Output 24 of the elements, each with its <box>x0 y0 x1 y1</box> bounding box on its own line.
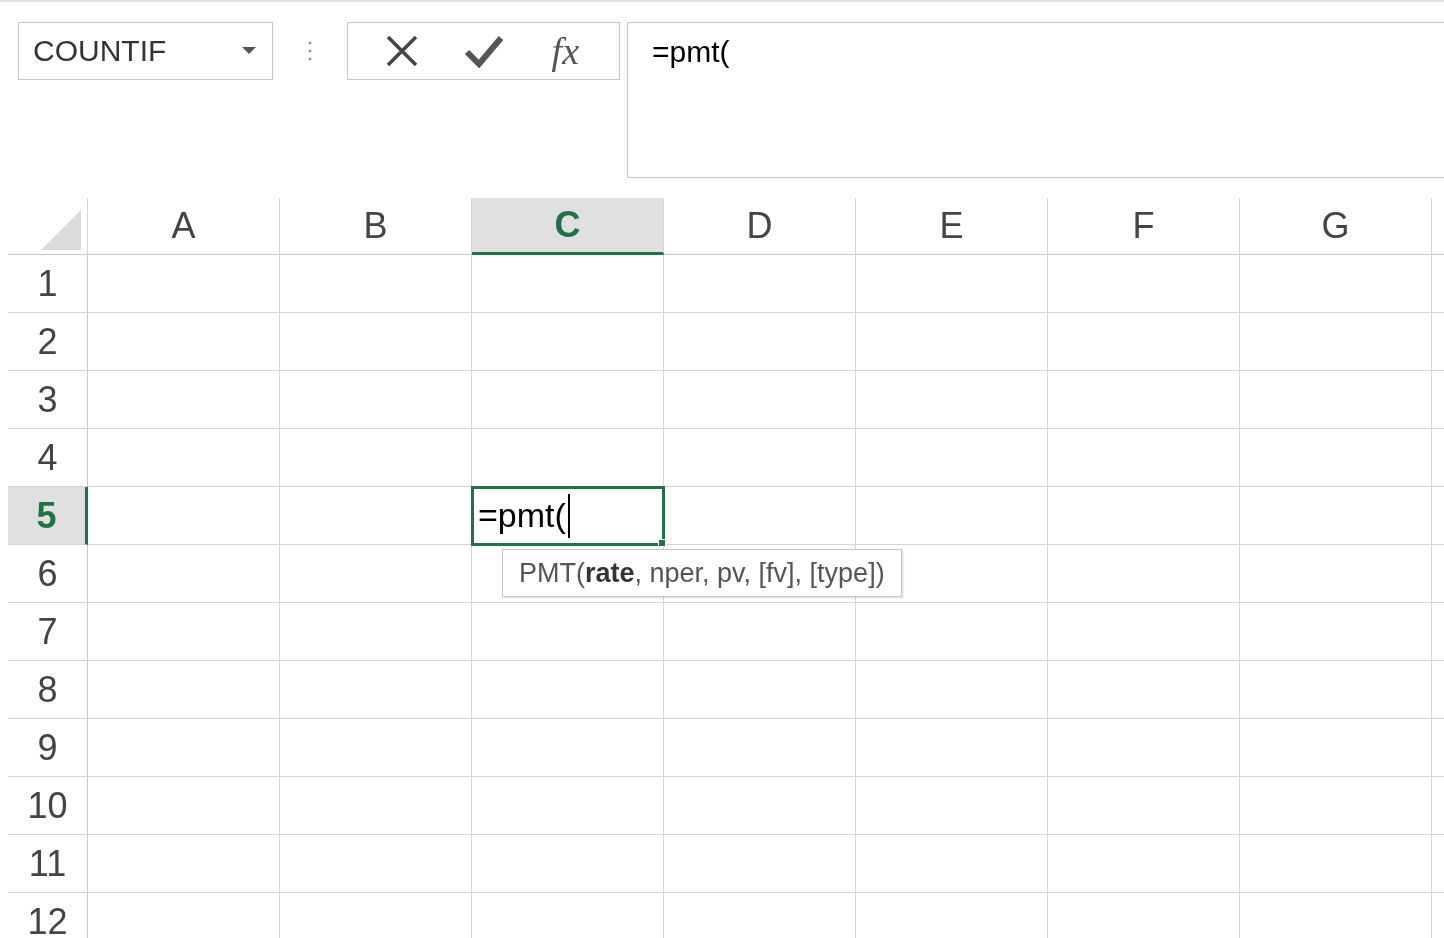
row-header[interactable]: 7 <box>8 603 88 661</box>
row-header[interactable]: 9 <box>8 719 88 777</box>
row-header[interactable]: 6 <box>8 545 88 603</box>
grip-icon[interactable] <box>308 40 312 62</box>
caret-icon <box>242 47 256 55</box>
column-header[interactable]: G <box>1240 198 1432 255</box>
formula-bar-field[interactable]: =pmt( <box>627 22 1444 178</box>
enter-check-icon[interactable] <box>463 34 504 68</box>
row-header[interactable]: 10 <box>8 777 88 835</box>
row-header[interactable]: 3 <box>8 371 88 429</box>
row-header[interactable]: 8 <box>8 661 88 719</box>
name-box[interactable]: COUNTIF <box>18 22 273 80</box>
column-header[interactable]: C <box>472 198 664 255</box>
row-header[interactable]: 11 <box>8 835 88 893</box>
row-header[interactable]: 2 <box>8 313 88 371</box>
column-header[interactable]: A <box>88 198 280 255</box>
function-tooltip: PMT(rate, nper, pv, [fv], [type]) <box>502 549 902 597</box>
column-header[interactable]: E <box>856 198 1048 255</box>
insert-function-button[interactable]: fx <box>547 29 584 73</box>
row-header[interactable]: 5 <box>8 487 88 545</box>
column-header[interactable]: D <box>664 198 856 255</box>
row-header[interactable]: 12 <box>8 893 88 938</box>
column-header[interactable]: F <box>1048 198 1240 255</box>
row-header[interactable]: 1 <box>8 255 88 313</box>
